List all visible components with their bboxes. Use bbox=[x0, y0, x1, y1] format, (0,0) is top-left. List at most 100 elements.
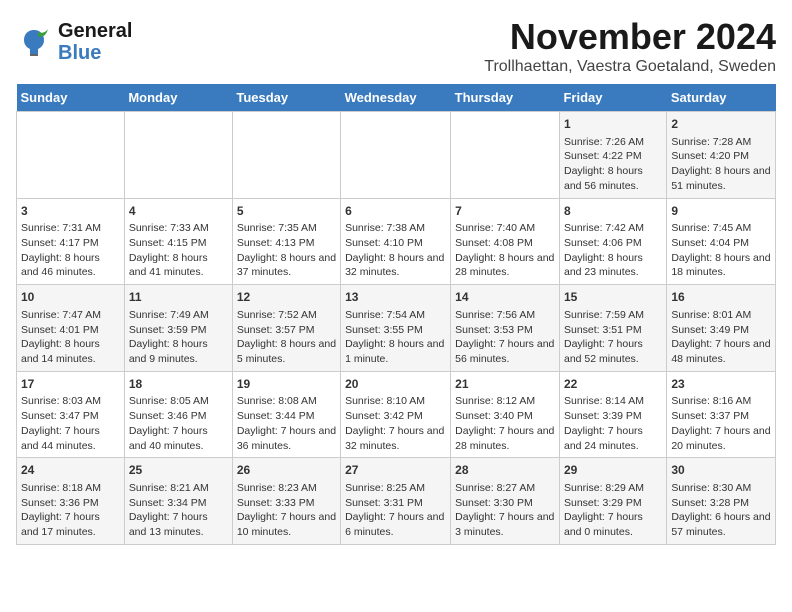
cell-text: Sunrise: 8:30 AM bbox=[671, 481, 771, 496]
calendar-week-5: 24Sunrise: 8:18 AMSunset: 3:36 PMDayligh… bbox=[17, 458, 776, 545]
cell-text: Daylight: 8 hours and 41 minutes. bbox=[129, 251, 228, 280]
cell-text: Sunset: 3:37 PM bbox=[671, 409, 771, 424]
day-number: 30 bbox=[671, 462, 771, 479]
day-number: 20 bbox=[345, 376, 446, 393]
cell-text: Daylight: 8 hours and 1 minute. bbox=[345, 337, 446, 366]
column-header-thursday: Thursday bbox=[451, 84, 560, 112]
calendar-cell: 14Sunrise: 7:56 AMSunset: 3:53 PMDayligh… bbox=[451, 285, 560, 372]
day-number: 18 bbox=[129, 376, 228, 393]
logo-text-general: General bbox=[58, 20, 132, 42]
cell-text: Sunset: 3:57 PM bbox=[237, 323, 336, 338]
day-number: 15 bbox=[564, 289, 662, 306]
calendar-cell: 18Sunrise: 8:05 AMSunset: 3:46 PMDayligh… bbox=[124, 371, 232, 458]
cell-text: Daylight: 7 hours and 0 minutes. bbox=[564, 510, 662, 539]
cell-text: Daylight: 7 hours and 17 minutes. bbox=[21, 510, 120, 539]
logo-icon bbox=[16, 24, 52, 60]
calendar-cell: 6Sunrise: 7:38 AMSunset: 4:10 PMDaylight… bbox=[341, 198, 451, 285]
column-header-sunday: Sunday bbox=[17, 84, 125, 112]
cell-text: Sunrise: 7:54 AM bbox=[345, 308, 446, 323]
calendar-cell: 20Sunrise: 8:10 AMSunset: 3:42 PMDayligh… bbox=[341, 371, 451, 458]
calendar-week-4: 17Sunrise: 8:03 AMSunset: 3:47 PMDayligh… bbox=[17, 371, 776, 458]
cell-text: Daylight: 7 hours and 13 minutes. bbox=[129, 510, 228, 539]
cell-text: Sunrise: 8:12 AM bbox=[455, 394, 555, 409]
cell-text: Sunset: 4:01 PM bbox=[21, 323, 120, 338]
title-block: November 2024 Trollhaettan, Vaestra Goet… bbox=[484, 16, 776, 76]
column-header-monday: Monday bbox=[124, 84, 232, 112]
cell-text: Sunrise: 7:56 AM bbox=[455, 308, 555, 323]
cell-text: Sunrise: 7:47 AM bbox=[21, 308, 120, 323]
calendar-week-1: 1 Sunrise: 7:26 AMSunset: 4:22 PM Daylight… bbox=[17, 112, 776, 199]
cell-text: Daylight: 8 hours and 51 minutes. bbox=[671, 164, 771, 193]
cell-text: Sunrise: 7:33 AM bbox=[129, 221, 228, 236]
cell-text: Sunrise: 7:26 AM bbox=[564, 135, 662, 150]
calendar-cell bbox=[451, 112, 560, 199]
calendar-cell bbox=[232, 112, 340, 199]
day-number: 11 bbox=[129, 289, 228, 306]
page-subtitle: Trollhaettan, Vaestra Goetaland, Sweden bbox=[484, 58, 776, 76]
cell-text: Daylight: 7 hours and 20 minutes. bbox=[671, 424, 771, 453]
calendar-cell: 28Sunrise: 8:27 AMSunset: 3:30 PMDayligh… bbox=[451, 458, 560, 545]
cell-text: Sunrise: 7:28 AM bbox=[671, 135, 771, 150]
cell-text: Sunrise: 7:35 AM bbox=[237, 221, 336, 236]
calendar-cell: 11Sunrise: 7:49 AMSunset: 3:59 PMDayligh… bbox=[124, 285, 232, 372]
day-number: 22 bbox=[564, 376, 662, 393]
cell-text: Daylight: 7 hours and 52 minutes. bbox=[564, 337, 662, 366]
page-header: General Blue November 2024 Trollhaettan,… bbox=[16, 16, 776, 76]
cell-text: Sunrise: 7:42 AM bbox=[564, 221, 662, 236]
calendar-week-3: 10 Sunrise: 7:47 AMSunset: 4:01 PM Dayligh… bbox=[17, 285, 776, 372]
day-number: 6 bbox=[345, 203, 446, 220]
cell-text: Sunset: 3:29 PM bbox=[564, 496, 662, 511]
cell-text: Daylight: 6 hours and 57 minutes. bbox=[671, 510, 771, 539]
cell-text: Sunrise: 8:25 AM bbox=[345, 481, 446, 496]
calendar-cell: 25Sunrise: 8:21 AMSunset: 3:34 PMDayligh… bbox=[124, 458, 232, 545]
cell-text: Sunrise: 8:21 AM bbox=[129, 481, 228, 496]
calendar-cell: 19Sunrise: 8:08 AMSunset: 3:44 PMDayligh… bbox=[232, 371, 340, 458]
cell-text: Sunrise: 7:59 AM bbox=[564, 308, 662, 323]
cell-text: Sunrise: 8:16 AM bbox=[671, 394, 771, 409]
cell-text: Sunset: 3:39 PM bbox=[564, 409, 662, 424]
cell-text: Sunset: 3:47 PM bbox=[21, 409, 120, 424]
day-number: 29 bbox=[564, 462, 662, 479]
cell-text: Sunrise: 8:14 AM bbox=[564, 394, 662, 409]
cell-text: Sunrise: 7:45 AM bbox=[671, 221, 771, 236]
calendar-cell: 12Sunrise: 7:52 AMSunset: 3:57 PMDayligh… bbox=[232, 285, 340, 372]
cell-text: Sunrise: 7:52 AM bbox=[237, 308, 336, 323]
calendar-cell: 21Sunrise: 8:12 AMSunset: 3:40 PMDayligh… bbox=[451, 371, 560, 458]
day-number: 5 bbox=[237, 203, 336, 220]
cell-text: Sunset: 3:36 PM bbox=[21, 496, 120, 511]
cell-text: Sunset: 4:06 PM bbox=[564, 236, 662, 251]
cell-text: Sunset: 4:22 PM bbox=[564, 149, 662, 164]
cell-text: Sunset: 3:28 PM bbox=[671, 496, 771, 511]
cell-text: Daylight: 8 hours and 28 minutes. bbox=[455, 251, 555, 280]
cell-text: Sunset: 4:04 PM bbox=[671, 236, 771, 251]
calendar-cell: 15Sunrise: 7:59 AMSunset: 3:51 PMDayligh… bbox=[559, 285, 666, 372]
cell-text: Sunset: 3:40 PM bbox=[455, 409, 555, 424]
calendar-cell: 23Sunrise: 8:16 AMSunset: 3:37 PMDayligh… bbox=[667, 371, 776, 458]
calendar-cell: 2Sunrise: 7:28 AMSunset: 4:20 PMDaylight… bbox=[667, 112, 776, 199]
calendar-cell: 4Sunrise: 7:33 AMSunset: 4:15 PMDaylight… bbox=[124, 198, 232, 285]
day-number: 19 bbox=[237, 376, 336, 393]
cell-text: Sunset: 4:17 PM bbox=[21, 236, 120, 251]
day-number: 27 bbox=[345, 462, 446, 479]
day-number: 10 bbox=[21, 289, 120, 306]
cell-text: Sunset: 4:15 PM bbox=[129, 236, 228, 251]
day-number: 9 bbox=[671, 203, 771, 220]
day-number: 28 bbox=[455, 462, 555, 479]
calendar-cell: 29Sunrise: 8:29 AMSunset: 3:29 PMDayligh… bbox=[559, 458, 666, 545]
day-number: 17 bbox=[21, 376, 120, 393]
cell-text: Sunrise: 8:18 AM bbox=[21, 481, 120, 496]
calendar-cell: 26Sunrise: 8:23 AMSunset: 3:33 PMDayligh… bbox=[232, 458, 340, 545]
cell-text: Sunset: 3:46 PM bbox=[129, 409, 228, 424]
cell-text: Sunset: 3:59 PM bbox=[129, 323, 228, 338]
cell-text: Sunset: 3:42 PM bbox=[345, 409, 446, 424]
cell-text: Daylight: 7 hours and 3 minutes. bbox=[455, 510, 555, 539]
header-row: SundayMondayTuesdayWednesdayThursdayFrid… bbox=[17, 84, 776, 112]
day-number: 1 bbox=[564, 116, 662, 133]
calendar-cell: 13Sunrise: 7:54 AMSunset: 3:55 PMDayligh… bbox=[341, 285, 451, 372]
calendar-cell: 27Sunrise: 8:25 AMSunset: 3:31 PMDayligh… bbox=[341, 458, 451, 545]
cell-text: Daylight: 7 hours and 10 minutes. bbox=[237, 510, 336, 539]
cell-text: Daylight: 8 hours and 23 minutes. bbox=[564, 251, 662, 280]
cell-text: Sunset: 4:13 PM bbox=[237, 236, 336, 251]
column-header-wednesday: Wednesday bbox=[341, 84, 451, 112]
day-number: 14 bbox=[455, 289, 555, 306]
